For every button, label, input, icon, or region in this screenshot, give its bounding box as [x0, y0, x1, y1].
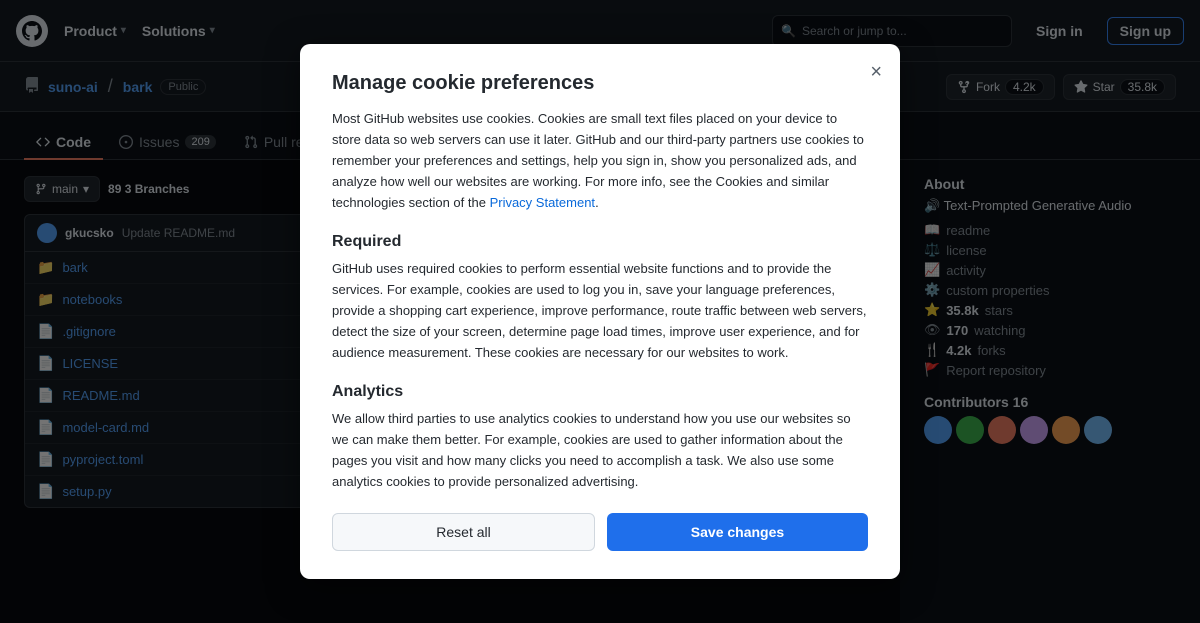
analytics-section-text: We allow third parties to use analytics … [332, 409, 868, 492]
modal-title: Manage cookie preferences [332, 72, 868, 95]
modal-intro: Most GitHub websites use cookies. Cookie… [332, 109, 868, 213]
required-section-title: Required [332, 233, 868, 251]
modal-footer: Reset all Save changes [332, 513, 868, 551]
analytics-section-title: Analytics [332, 383, 868, 401]
close-button[interactable]: × [866, 58, 886, 86]
required-section-text: GitHub uses required cookies to perform … [332, 259, 868, 363]
save-changes-button[interactable]: Save changes [607, 513, 868, 551]
privacy-statement-link[interactable]: Privacy Statement [490, 195, 596, 210]
reset-all-button[interactable]: Reset all [332, 513, 595, 551]
cookie-modal: × Manage cookie preferences Most GitHub … [300, 44, 900, 578]
modal-overlay: × Manage cookie preferences Most GitHub … [0, 0, 1200, 623]
